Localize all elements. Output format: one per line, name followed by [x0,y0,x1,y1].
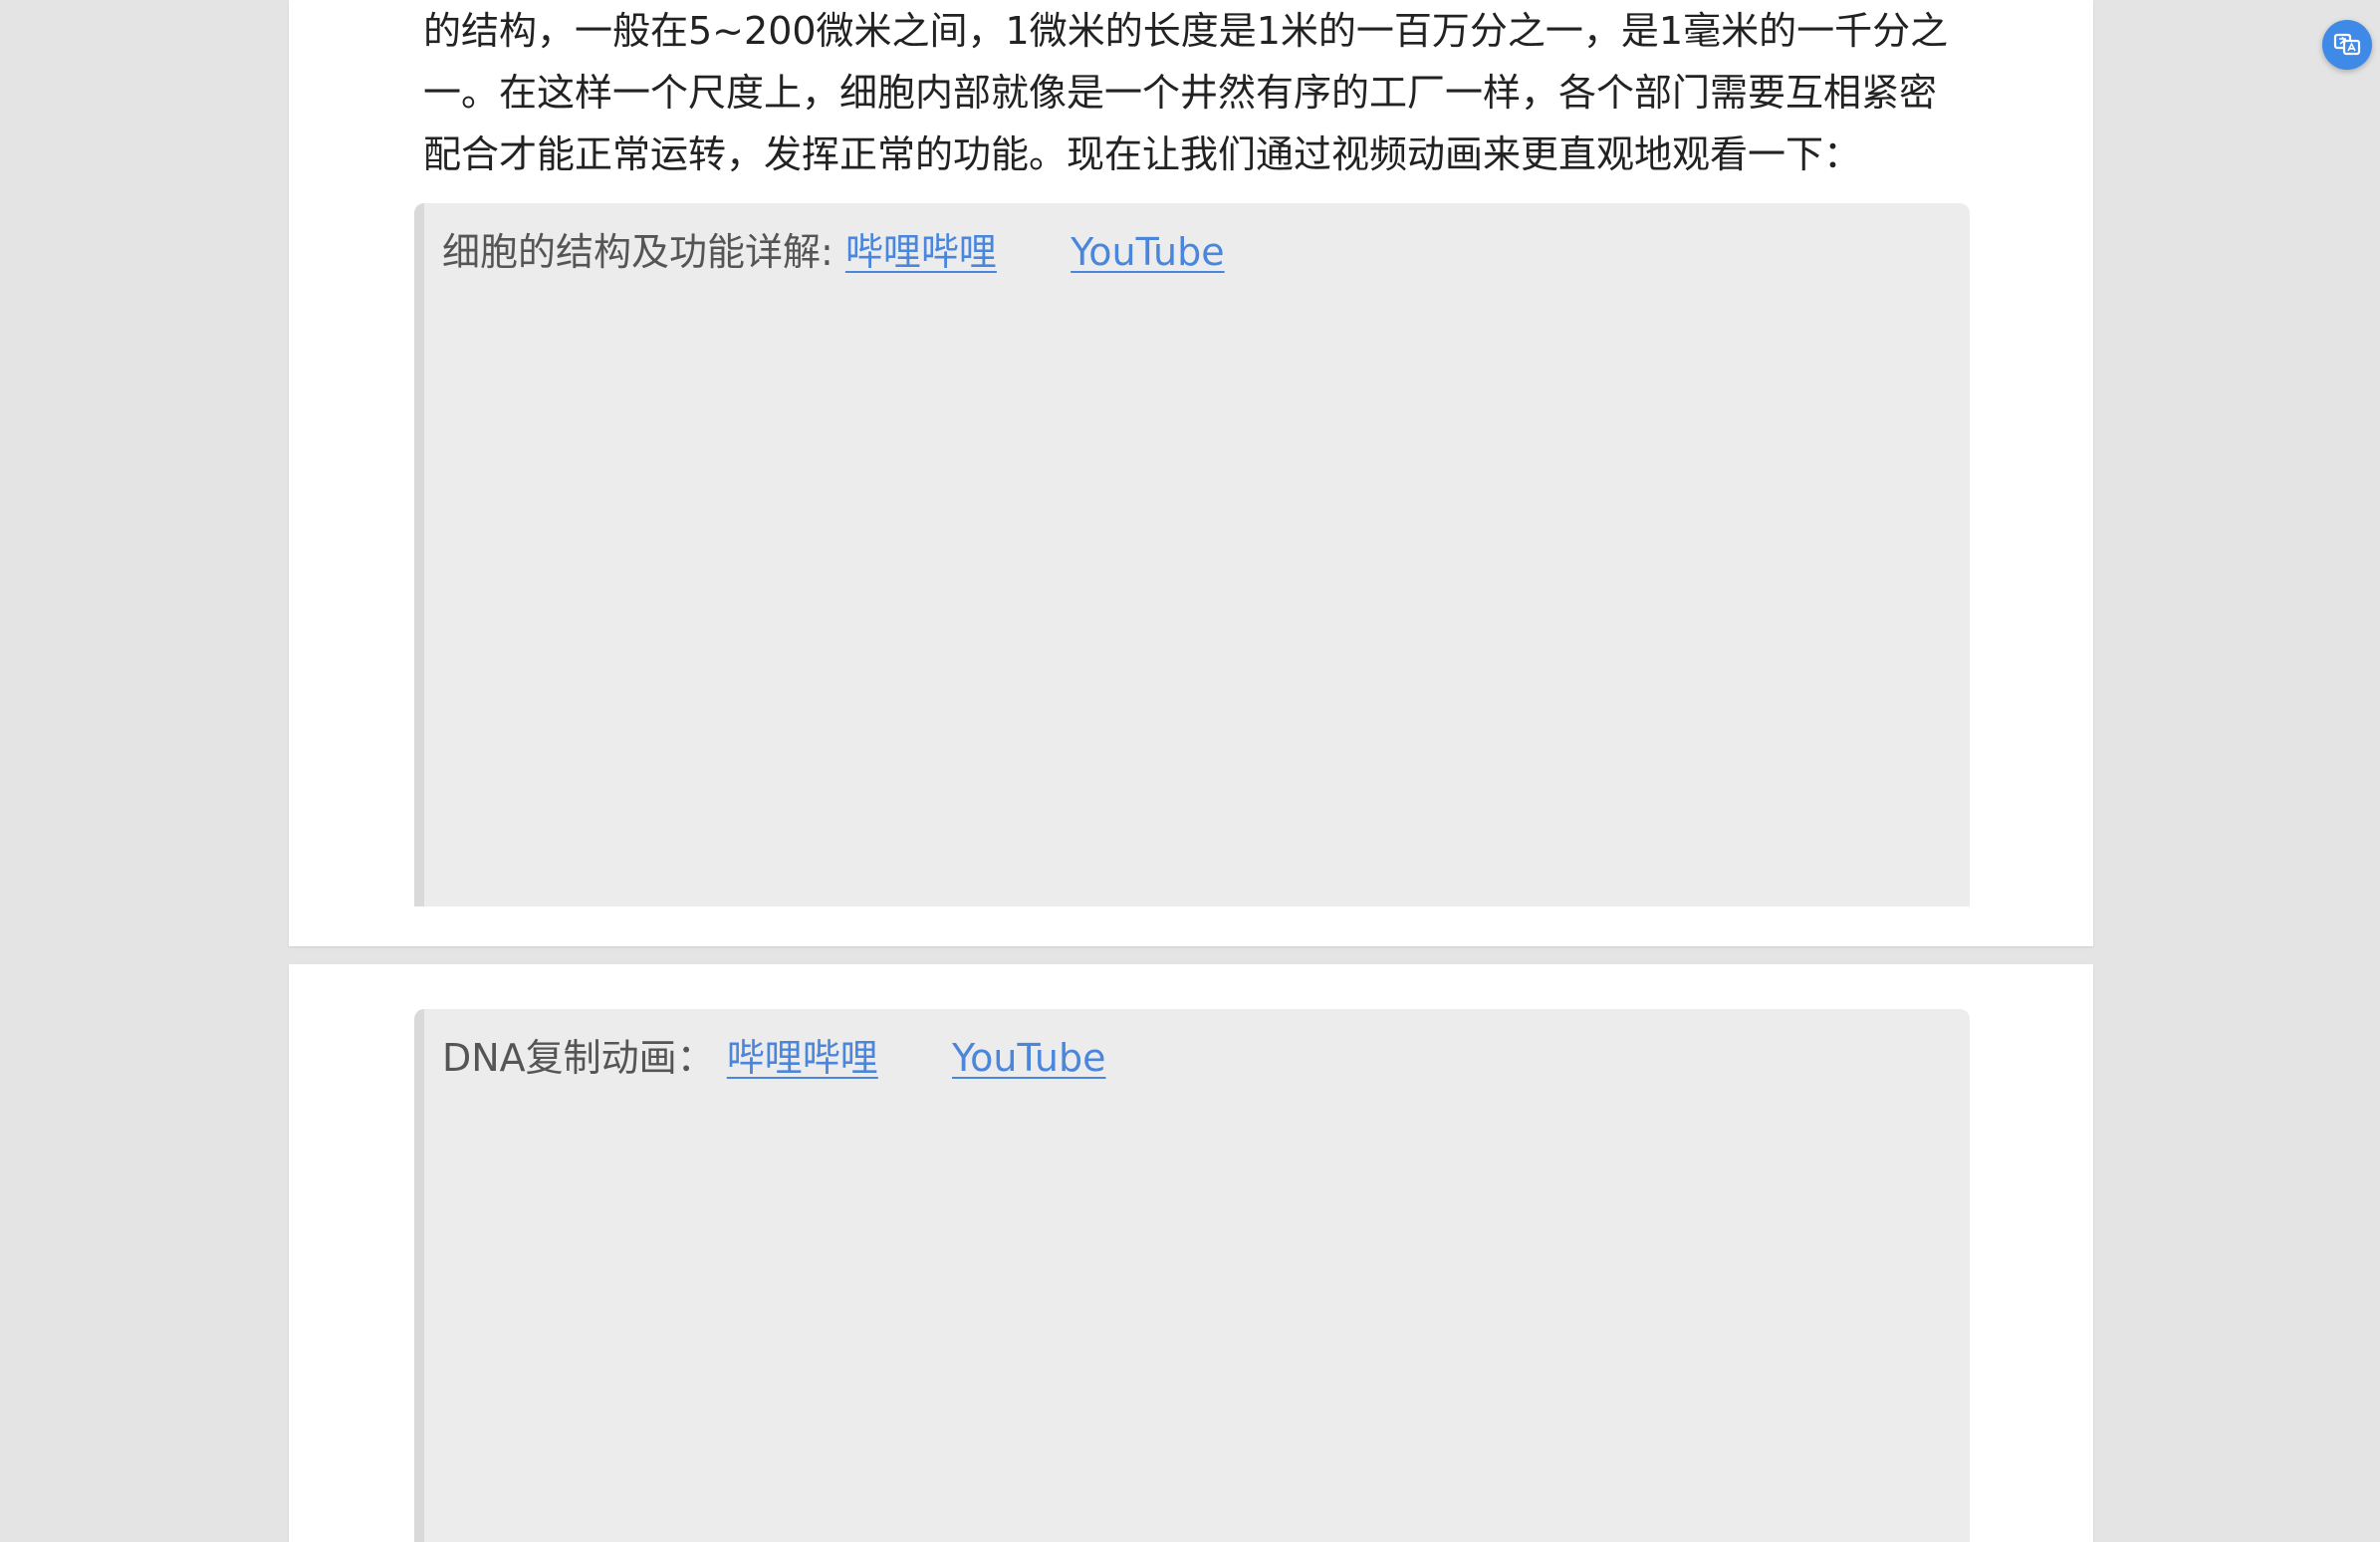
video-embed-cell-structure[interactable]: 细胞的结构及功能详解: 哔哩哔哩 YouTube [414,203,1970,906]
bilibili-link[interactable]: 哔哩哔哩 [845,230,997,274]
video-caption-label: DNA复制动画： [442,1036,715,1080]
video-caption: DNA复制动画： 哔哩哔哩 YouTube [442,1033,1106,1083]
article-card: DNA复制动画： 哔哩哔哩 YouTube [289,964,2093,1542]
paragraph-line: 配合才能正常运转，发挥正常的功能。现在让我们通过视频动画来更直观地观看一下： [423,132,1862,176]
video-embed-dna-replication[interactable]: DNA复制动画： 哔哩哔哩 YouTube [414,1009,1970,1542]
video-caption-label: 细胞的结构及功能详解: [442,230,833,274]
bilibili-link[interactable]: 哔哩哔哩 [727,1036,878,1080]
translate-icon [2333,33,2361,56]
video-caption: 细胞的结构及功能详解: 哔哩哔哩 YouTube [442,227,1225,277]
paragraph-line: 一。在这样一个尺度上，细胞内部就像是一个井然有序的工厂一样，各个部门需要互相紧密 [423,71,1938,115]
translate-button[interactable] [2322,20,2372,70]
paragraph-line: 的结构，一般在5~200微米之间，1微米的长度是1米的一百万分之一，是1毫米的一… [423,9,1949,53]
page-viewport: 的结构，一般在5~200微米之间，1微米的长度是1米的一百万分之一，是1毫米的一… [0,0,2380,1542]
youtube-link[interactable]: YouTube [1071,230,1225,274]
youtube-link[interactable]: YouTube [952,1036,1106,1080]
article-paragraph: 的结构，一般在5~200微米之间，1微米的长度是1米的一百万分之一，是1毫米的一… [423,0,1977,185]
article-card: 的结构，一般在5~200微米之间，1微米的长度是1米的一百万分之一，是1毫米的一… [289,0,2093,946]
